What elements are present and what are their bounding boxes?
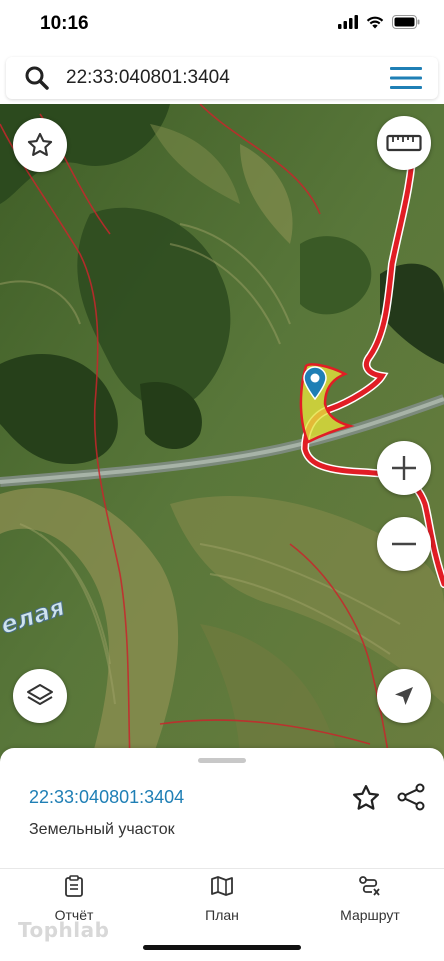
sheet-drag-handle[interactable] <box>198 758 246 763</box>
parcel-number[interactable]: 22:33:040801:3404 <box>29 787 184 808</box>
status-bar: 10:16 <box>0 0 444 50</box>
favorite-map-button[interactable] <box>13 118 67 172</box>
layers-button[interactable] <box>13 669 67 723</box>
signal-icon <box>338 15 358 29</box>
tab-plan-label: План <box>205 907 239 923</box>
ruler-icon <box>386 134 422 152</box>
zoom-out-button[interactable] <box>377 517 431 571</box>
status-time: 10:16 <box>40 13 89 34</box>
search-bar[interactable]: 22:33:040801:3404 <box>6 57 438 99</box>
tab-plan[interactable]: План <box>167 875 277 923</box>
tab-report[interactable]: Отчёт <box>19 875 129 923</box>
layers-icon <box>27 684 53 705</box>
location-pin-icon[interactable] <box>303 366 327 400</box>
tab-route-label: Маршрут <box>340 907 400 923</box>
satellite-map: елая <box>0 104 444 764</box>
watermark: Tophlab <box>18 918 110 942</box>
route-icon <box>359 876 380 896</box>
zoom-in-button[interactable] <box>377 441 431 495</box>
parcel-info-sheet[interactable]: 22:33:040801:3404 Земельный участок <box>0 748 444 868</box>
search-icon[interactable] <box>24 65 50 91</box>
report-icon <box>65 875 83 897</box>
favorite-star-icon[interactable] <box>351 783 381 813</box>
share-icon[interactable] <box>396 782 426 812</box>
navigation-arrow-icon <box>395 687 413 705</box>
menu-icon[interactable] <box>390 67 422 89</box>
map-plan-icon <box>211 876 233 896</box>
star-icon <box>27 132 53 156</box>
home-indicator <box>143 945 301 950</box>
wifi-icon <box>366 16 384 29</box>
plus-icon <box>392 456 416 480</box>
map-view[interactable]: елая <box>0 104 444 764</box>
parcel-type: Земельный участок <box>29 821 175 838</box>
ruler-button[interactable] <box>377 116 431 170</box>
battery-icon <box>392 15 420 29</box>
my-location-button[interactable] <box>377 669 431 723</box>
minus-icon <box>392 542 416 546</box>
tab-route[interactable]: Маршрут <box>315 875 425 923</box>
search-input[interactable]: 22:33:040801:3404 <box>66 67 230 89</box>
